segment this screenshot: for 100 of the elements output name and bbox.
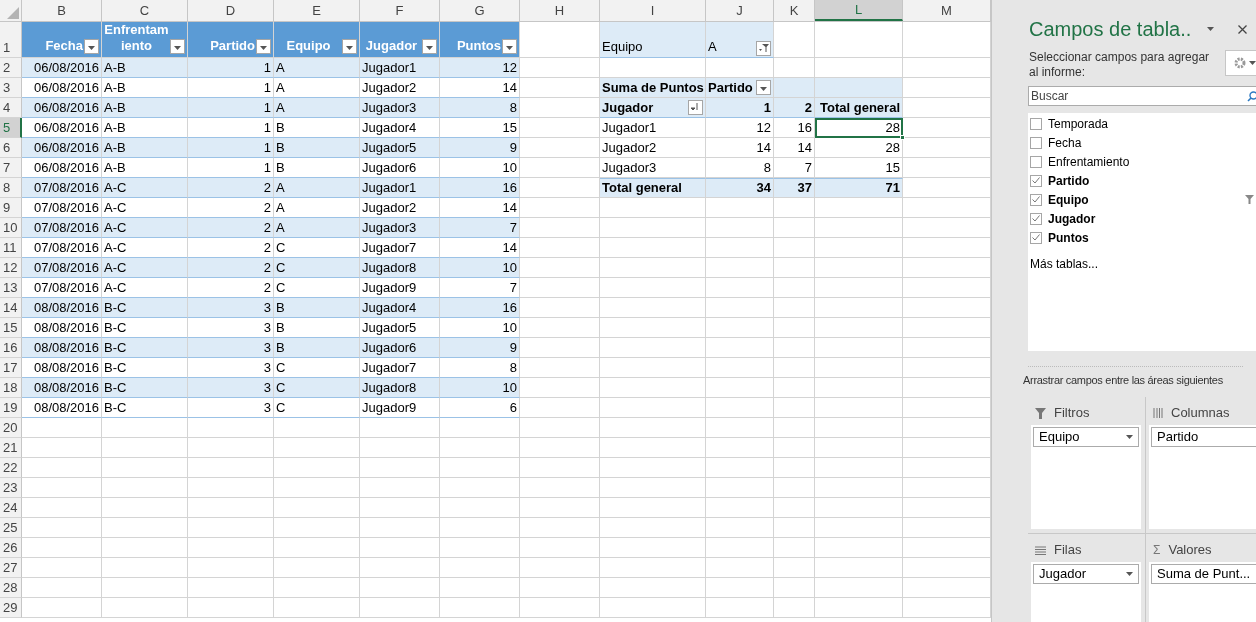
column-header[interactable]: J: [706, 0, 774, 21]
row-header[interactable]: 3: [0, 78, 22, 98]
field-label[interactable]: Jugador: [1048, 209, 1096, 228]
row-header[interactable]: 18: [0, 378, 22, 398]
check-icon: [1032, 215, 1040, 222]
caret-icon: [1126, 572, 1133, 576]
pivot-column-header: 2: [774, 98, 815, 118]
area-field-chip[interactable]: Partido: [1151, 427, 1256, 447]
field-label[interactable]: Puntos: [1048, 228, 1089, 247]
column-header[interactable]: I: [600, 0, 706, 21]
row-header[interactable]: 7: [0, 158, 22, 178]
table-cell: Jugador8: [360, 378, 440, 398]
row-header[interactable]: 12: [0, 258, 22, 278]
selected-cell[interactable]: 28: [815, 118, 903, 138]
column-header[interactable]: F: [360, 0, 440, 21]
row-header[interactable]: 17: [0, 358, 22, 378]
search-field[interactable]: Buscar: [1028, 86, 1256, 106]
row-header[interactable]: 28: [0, 578, 22, 598]
column-header[interactable]: G: [440, 0, 520, 21]
column-header[interactable]: L: [815, 0, 903, 21]
column-field-dropdown[interactable]: [755, 80, 771, 95]
field-label[interactable]: Fecha: [1048, 133, 1082, 152]
field-label[interactable]: Partido: [1048, 171, 1090, 190]
row-header[interactable]: 19: [0, 398, 22, 418]
table-cell: 10: [440, 378, 520, 398]
field-label[interactable]: Equipo: [1048, 190, 1089, 209]
row-header[interactable]: 26: [0, 538, 22, 558]
row-header[interactable]: 6: [0, 138, 22, 158]
rows-icon: [1035, 545, 1046, 555]
column-header[interactable]: E: [274, 0, 360, 21]
table-cell: B: [274, 338, 360, 358]
field-checkbox[interactable]: [1030, 212, 1042, 225]
check-icon: [1032, 234, 1040, 241]
filter-dropdown-button[interactable]: [422, 39, 437, 54]
table-cell: 1: [188, 58, 274, 78]
column-header[interactable]: C: [102, 0, 188, 21]
field-checkbox[interactable]: [1030, 136, 1042, 149]
table-cell: A: [274, 98, 360, 118]
row-header[interactable]: 21: [0, 438, 22, 458]
field-checkbox[interactable]: [1030, 155, 1042, 168]
field-checkbox[interactable]: [1030, 174, 1042, 187]
table-cell: 3: [188, 338, 274, 358]
row-header[interactable]: 23: [0, 478, 22, 498]
filter-dropdown-button[interactable]: [756, 41, 771, 56]
field-checkbox[interactable]: [1030, 193, 1042, 206]
row-header[interactable]: 16: [0, 338, 22, 358]
columns-icon: [1153, 408, 1163, 418]
row-header[interactable]: 27: [0, 558, 22, 578]
field-label[interactable]: Enfrentamiento: [1048, 152, 1130, 171]
chip-label: Partido: [1157, 428, 1199, 447]
field-checkbox[interactable]: [1030, 117, 1042, 130]
table-cell: 8: [440, 98, 520, 118]
row-header[interactable]: 4: [0, 98, 22, 118]
area-field-chip[interactable]: Jugador: [1033, 564, 1139, 584]
caret-icon: [1126, 435, 1133, 439]
row-header[interactable]: 9: [0, 198, 22, 218]
pivot-total-cell: 71: [815, 178, 903, 198]
vertical-scrollbar[interactable]: [991, 0, 1015, 622]
row-header[interactable]: 15: [0, 318, 22, 338]
filter-dropdown-button[interactable]: [84, 39, 99, 54]
table-cell: A: [274, 218, 360, 238]
row-header[interactable]: 29: [0, 598, 22, 618]
filter-dropdown-button[interactable]: [170, 39, 185, 54]
panel-options-button[interactable]: [1205, 25, 1217, 33]
table-cell: Jugador5: [360, 138, 440, 158]
row-header[interactable]: 25: [0, 518, 22, 538]
row-header[interactable]: 1: [0, 22, 22, 58]
row-header[interactable]: 14: [0, 298, 22, 318]
row-header[interactable]: 10: [0, 218, 22, 238]
row-header[interactable]: 2: [0, 58, 22, 78]
row-field-sort-button[interactable]: [688, 100, 703, 115]
table-cell: 08/08/2016: [22, 338, 102, 358]
column-header[interactable]: H: [520, 0, 600, 21]
row-header[interactable]: 24: [0, 498, 22, 518]
table-cell: 1: [188, 138, 274, 158]
field-checkbox[interactable]: [1030, 231, 1042, 244]
area-field-chip[interactable]: Equipo: [1033, 427, 1139, 447]
filter-dropdown-button[interactable]: [256, 39, 271, 54]
column-header[interactable]: B: [22, 0, 102, 21]
column-header[interactable]: D: [188, 0, 274, 21]
row-header[interactable]: 8: [0, 178, 22, 198]
table-cell: 7: [440, 218, 520, 238]
row-header[interactable]: 22: [0, 458, 22, 478]
column-header-label: Fecha: [44, 38, 83, 54]
table-cell: 06/08/2016: [22, 98, 102, 118]
close-icon[interactable]: [1238, 24, 1248, 34]
settings-button[interactable]: [1225, 50, 1256, 76]
row-header[interactable]: 11: [0, 238, 22, 258]
more-tables-link[interactable]: Más tablas...: [1030, 255, 1099, 273]
row-header[interactable]: 20: [0, 418, 22, 438]
caret-icon: [88, 46, 95, 50]
filter-dropdown-button[interactable]: [502, 39, 517, 54]
pivot-filter-value: A: [708, 37, 717, 56]
field-label[interactable]: Temporada: [1048, 114, 1109, 133]
fill-handle[interactable]: [900, 135, 905, 140]
filter-dropdown-button[interactable]: [342, 39, 357, 54]
table-cell: Jugador8: [360, 258, 440, 278]
row-header[interactable]: 13: [0, 278, 22, 298]
row-header[interactable]: 5: [0, 118, 22, 138]
pivot-filter-label: Equipo: [600, 22, 706, 58]
